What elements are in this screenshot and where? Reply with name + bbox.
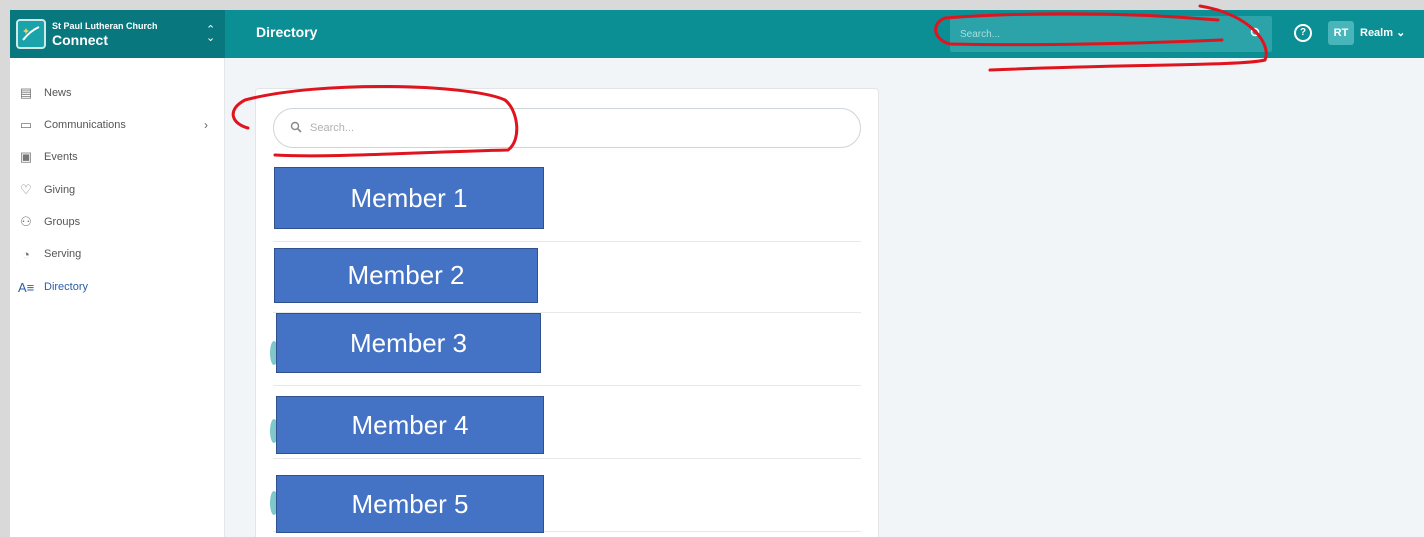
sidebar-item-events[interactable]: ▣ Events: [18, 145, 208, 169]
sidebar-item-serving[interactable]: ◔ Serving: [18, 242, 208, 266]
communications-icon: ▭: [19, 117, 33, 132]
org-text: St Paul Lutheran Church Connect: [52, 20, 158, 48]
org-name: St Paul Lutheran Church: [52, 20, 158, 31]
events-icon: ▣: [19, 149, 33, 164]
sidebar-item-news[interactable]: ▤ News: [18, 81, 208, 105]
help-icon[interactable]: ?: [1294, 24, 1312, 42]
list-item[interactable]: Member 1: [274, 167, 544, 229]
serving-icon: ◔: [22, 246, 30, 262]
sidebar: ▤ News ▭ Communications › ▣ Events ♡ Giv…: [10, 58, 225, 537]
directory-card: Member 1 Member 2 Member 3 Member 4 Memb…: [255, 88, 879, 537]
app-window: St Paul Lutheran Church Connect ⌃ ⌄ Direc…: [10, 10, 1424, 537]
sidebar-item-label: Events: [44, 151, 78, 163]
news-icon: ▤: [19, 85, 33, 100]
list-item[interactable]: Member 2: [274, 248, 538, 303]
search-icon: [290, 121, 302, 136]
user-menu[interactable]: Realm ⌄: [1360, 26, 1405, 39]
sidebar-item-label: Groups: [44, 216, 81, 228]
sidebar-item-label: Directory: [44, 281, 89, 293]
list-item[interactable]: Member 3: [276, 313, 541, 373]
app-name: Connect: [52, 31, 108, 48]
sidebar-item-label: Communications: [44, 119, 126, 131]
page-title: Directory: [256, 24, 318, 40]
groups-icon: ⚇: [20, 214, 32, 229]
global-search-input[interactable]: [960, 28, 1250, 40]
sidebar-item-communications[interactable]: ▭ Communications ›: [18, 113, 208, 137]
directory-search-input[interactable]: [310, 122, 810, 134]
sidebar-item-label: Giving: [44, 184, 76, 196]
search-icon[interactable]: [1250, 27, 1262, 42]
sidebar-item-giving[interactable]: ♡ Giving: [18, 178, 208, 202]
avatar[interactable]: RT: [1328, 21, 1354, 45]
sidebar-item-label: Serving: [44, 248, 82, 260]
list-item[interactable]: Member 4: [276, 396, 544, 454]
divider: [273, 458, 861, 459]
directory-icon: A≡: [18, 279, 35, 295]
app-logo-icon: [16, 19, 46, 49]
sidebar-item-directory[interactable]: A≡ Directory: [18, 275, 208, 299]
divider: [273, 385, 861, 386]
directory-search[interactable]: [273, 108, 861, 148]
divider: [273, 241, 861, 242]
chevron-right-icon: ›: [204, 118, 208, 132]
chevron-up-down-icon[interactable]: ⌃ ⌄: [206, 25, 215, 44]
sidebar-item-groups[interactable]: ⚇ Groups: [18, 210, 208, 234]
org-switcher[interactable]: St Paul Lutheran Church Connect ⌃ ⌄: [10, 10, 225, 58]
global-search[interactable]: [950, 16, 1272, 52]
sidebar-item-label: News: [44, 87, 72, 99]
list-item[interactable]: Member 5: [276, 475, 544, 533]
giving-icon: ♡: [20, 182, 32, 197]
top-bar: St Paul Lutheran Church Connect ⌃ ⌄ Direc…: [10, 10, 1424, 58]
